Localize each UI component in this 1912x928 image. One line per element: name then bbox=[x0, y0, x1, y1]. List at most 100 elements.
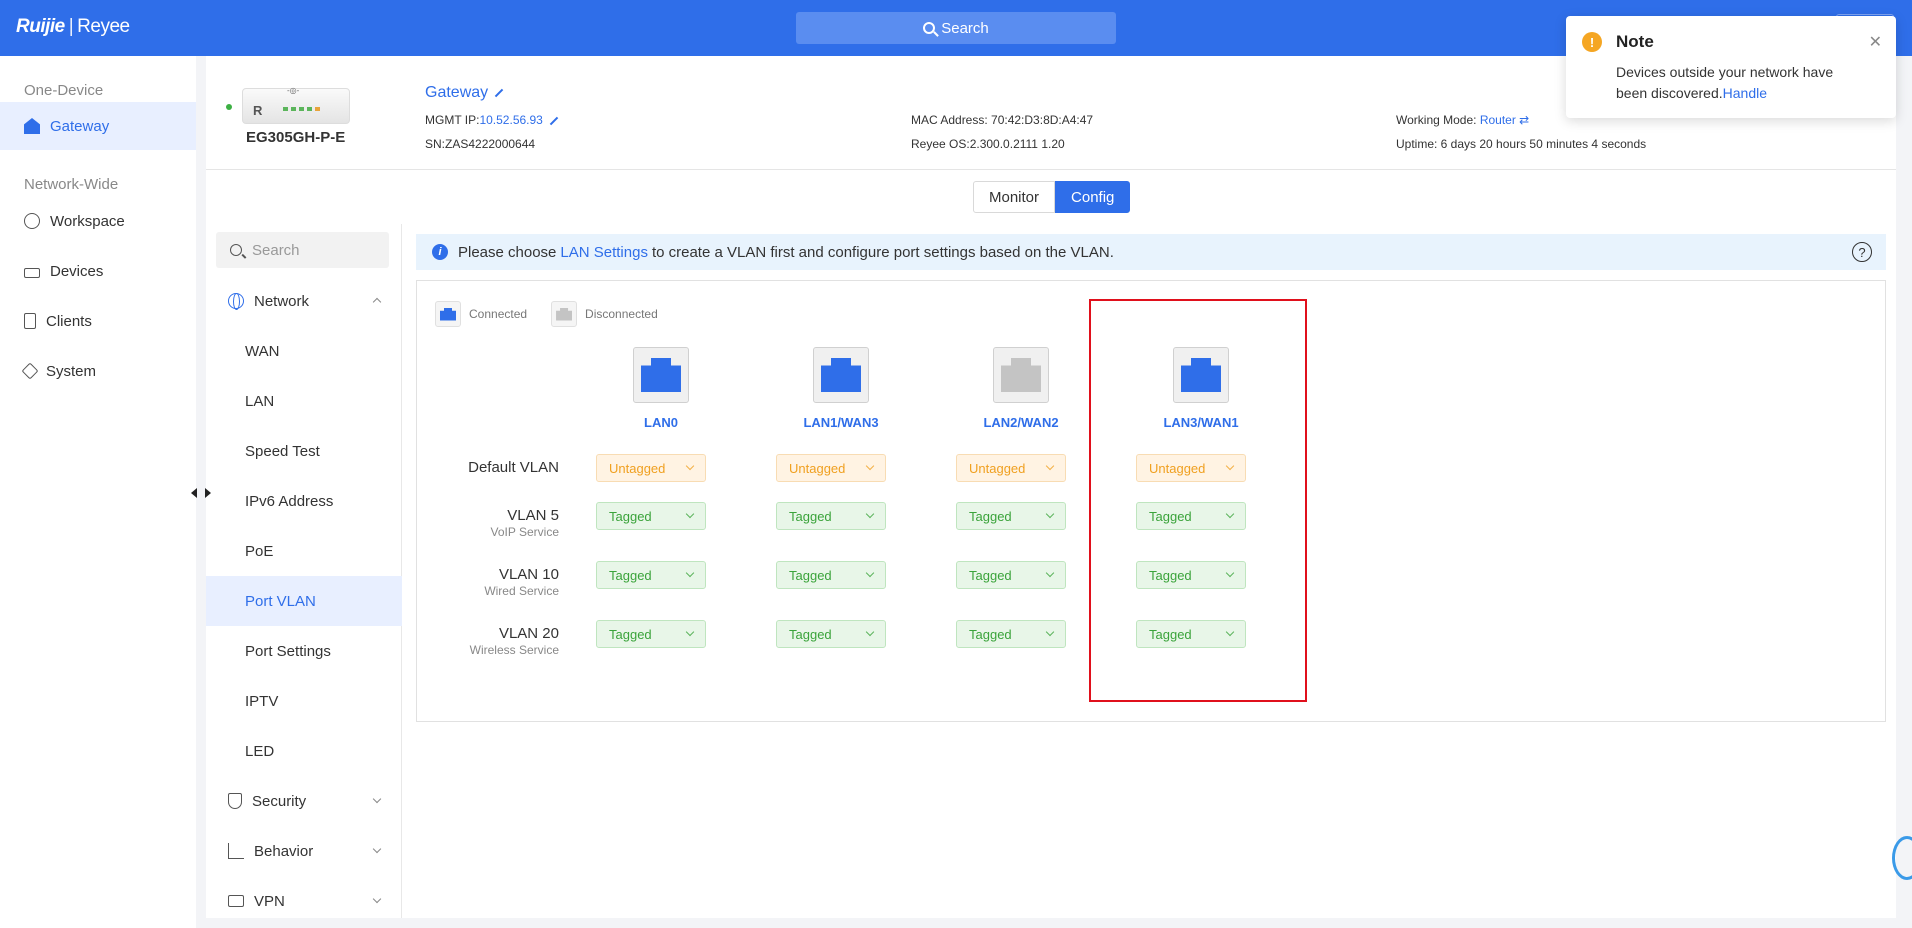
chart-icon bbox=[228, 843, 244, 859]
chevron-down-icon bbox=[1225, 627, 1235, 637]
sidebar-item-workspace[interactable]: Workspace bbox=[0, 197, 196, 245]
port-label: LAN1/WAN3 bbox=[803, 415, 879, 430]
note-toast: ! Note ✕ Devices outside your network ha… bbox=[1566, 16, 1896, 118]
vlan-mode-value: Tagged bbox=[609, 626, 652, 642]
vlan-mode-select[interactable]: Tagged bbox=[1136, 502, 1246, 530]
lan-settings-link[interactable]: LAN Settings bbox=[560, 244, 648, 261]
sidebar-collapse-toggle[interactable] bbox=[182, 478, 220, 508]
vlan-mode-select[interactable]: Untagged bbox=[1136, 454, 1246, 482]
vlan-row-label-default: Default VLAN bbox=[417, 459, 559, 476]
uptime: Uptime: 6 days 20 hours 50 minutes 4 sec… bbox=[1396, 137, 1647, 151]
menu-item-lan[interactable]: LAN bbox=[206, 376, 402, 426]
device-name[interactable]: Gateway bbox=[425, 84, 504, 102]
menu-search-input[interactable]: Search bbox=[216, 232, 389, 268]
disconnected-port-icon bbox=[551, 301, 578, 327]
port-lan0[interactable]: LAN0 bbox=[601, 347, 721, 430]
vlan-mode-select[interactable]: Tagged bbox=[776, 620, 886, 648]
port-label: LAN3/WAN1 bbox=[1163, 415, 1239, 430]
menu-item-port-vlan[interactable]: Port VLAN bbox=[206, 576, 402, 626]
vlan-mode-select[interactable]: Tagged bbox=[956, 561, 1066, 589]
vlan-mode-value: Untagged bbox=[1149, 460, 1206, 476]
vlan-mode-select[interactable]: Untagged bbox=[596, 454, 706, 482]
menu-group-security[interactable]: Security bbox=[206, 776, 402, 826]
menu-item-wan[interactable]: WAN bbox=[206, 326, 402, 376]
vlan-mode-value: Tagged bbox=[609, 508, 652, 524]
system-icon bbox=[21, 362, 39, 380]
chevron-down-icon bbox=[1225, 568, 1235, 578]
sidebar-section-network-wide: Network-Wide bbox=[24, 176, 119, 193]
globe-icon bbox=[228, 293, 244, 310]
vlan-mode-value: Tagged bbox=[1149, 508, 1192, 524]
menu-group-behavior[interactable]: Behavior bbox=[206, 826, 402, 876]
global-search-button[interactable]: Search bbox=[796, 12, 1116, 44]
vlan-mode-select[interactable]: Tagged bbox=[1136, 620, 1246, 648]
vlan-description: VoIP Service bbox=[490, 525, 559, 539]
chevron-down-icon bbox=[372, 844, 382, 854]
close-icon[interactable]: ✕ bbox=[1869, 32, 1882, 52]
toast-title: Note bbox=[1616, 32, 1654, 51]
os-version: Reyee OS:2.300.0.2111 1.20 bbox=[911, 137, 1065, 151]
sidebar-item-devices[interactable]: Devices bbox=[0, 247, 196, 295]
sidebar-item-label: Clients bbox=[46, 312, 92, 330]
vlan-mode-select[interactable]: Tagged bbox=[776, 561, 886, 589]
clients-icon bbox=[24, 313, 36, 329]
serial-number: SN:ZAS4222000644 bbox=[425, 137, 536, 151]
main-panel: -◎- R EG305GH-P-E Gateway MGMT IP:10.52.… bbox=[206, 56, 1896, 918]
mgmt-ip-link[interactable]: 10.52.56.93 bbox=[479, 113, 542, 127]
port-lan3-wan1[interactable]: LAN3/WAN1 bbox=[1141, 347, 1261, 430]
port-legend: Connected Disconnected bbox=[435, 301, 658, 327]
device-image-brand-letter: R bbox=[253, 103, 263, 118]
port-lan2-wan2[interactable]: LAN2/WAN2 bbox=[961, 347, 1081, 430]
toast-handle-link[interactable]: Handle bbox=[1723, 85, 1767, 101]
arrow-right-icon bbox=[205, 488, 211, 498]
arrow-left-icon bbox=[191, 488, 197, 498]
menu-item-port-settings[interactable]: Port Settings bbox=[206, 626, 402, 676]
config-menu: Search Network WAN LAN Speed Test IPv6 A… bbox=[206, 224, 402, 918]
tab-monitor[interactable]: Monitor bbox=[973, 181, 1056, 213]
menu-item-led[interactable]: LED bbox=[206, 726, 402, 776]
home-icon bbox=[24, 118, 40, 134]
chevron-down-icon bbox=[685, 568, 695, 578]
sidebar-item-system[interactable]: System bbox=[0, 347, 196, 395]
menu-item-poe[interactable]: PoE bbox=[206, 526, 402, 576]
vlan-mode-select[interactable]: Tagged bbox=[1136, 561, 1246, 589]
vlan-name: VLAN 5 bbox=[507, 507, 559, 524]
vlan-mode-value: Tagged bbox=[789, 508, 832, 524]
vlan-mode-select[interactable]: Tagged bbox=[776, 502, 886, 530]
vlan-mode-select[interactable]: Tagged bbox=[596, 561, 706, 589]
devices-icon bbox=[24, 267, 40, 278]
menu-group-label: Security bbox=[252, 792, 307, 810]
view-tabs: Monitor Config bbox=[973, 181, 1131, 213]
vlan-mode-select[interactable]: Tagged bbox=[956, 620, 1066, 648]
vlan-description: Wireless Service bbox=[469, 643, 559, 657]
help-icon[interactable]: ? bbox=[1852, 242, 1872, 262]
sidebar-section-one-device: One-Device bbox=[24, 82, 104, 99]
vlan-mode-select[interactable]: Untagged bbox=[956, 454, 1066, 482]
menu-item-ipv6-address[interactable]: IPv6 Address bbox=[206, 476, 402, 526]
menu-group-network[interactable]: Network bbox=[206, 276, 402, 326]
vlan-mode-select[interactable]: Untagged bbox=[776, 454, 886, 482]
vlan-mode-select[interactable]: Tagged bbox=[596, 620, 706, 648]
vlan-name: Default VLAN bbox=[468, 459, 559, 476]
vlan-mode-select[interactable]: Tagged bbox=[596, 502, 706, 530]
vlan-mode-select[interactable]: Tagged bbox=[956, 502, 1066, 530]
chevron-down-icon bbox=[685, 627, 695, 637]
edit-ip-icon[interactable] bbox=[549, 116, 559, 126]
edit-icon[interactable] bbox=[494, 88, 504, 98]
port-lan1-wan3[interactable]: LAN1/WAN3 bbox=[781, 347, 901, 430]
vlan-name: VLAN 20 bbox=[498, 625, 559, 642]
working-mode: Working Mode: Router ⇄ bbox=[1396, 113, 1529, 127]
menu-group-vpn[interactable]: VPN bbox=[206, 876, 402, 926]
menu-item-iptv[interactable]: IPTV bbox=[206, 676, 402, 726]
vlan-mode-value: Tagged bbox=[1149, 567, 1192, 583]
sidebar-item-clients[interactable]: Clients bbox=[0, 297, 196, 345]
search-icon bbox=[230, 244, 242, 256]
tab-config[interactable]: Config bbox=[1055, 181, 1131, 213]
sidebar-item-gateway[interactable]: Gateway bbox=[0, 102, 196, 150]
vlan-mode-value: Untagged bbox=[789, 460, 846, 476]
menu-item-speed-test[interactable]: Speed Test bbox=[206, 426, 402, 476]
global-search-label: Search bbox=[941, 19, 989, 37]
working-mode-switch[interactable]: Router ⇄ bbox=[1480, 113, 1529, 127]
sidebar-item-label: System bbox=[46, 362, 97, 380]
chevron-down-icon bbox=[685, 509, 695, 519]
